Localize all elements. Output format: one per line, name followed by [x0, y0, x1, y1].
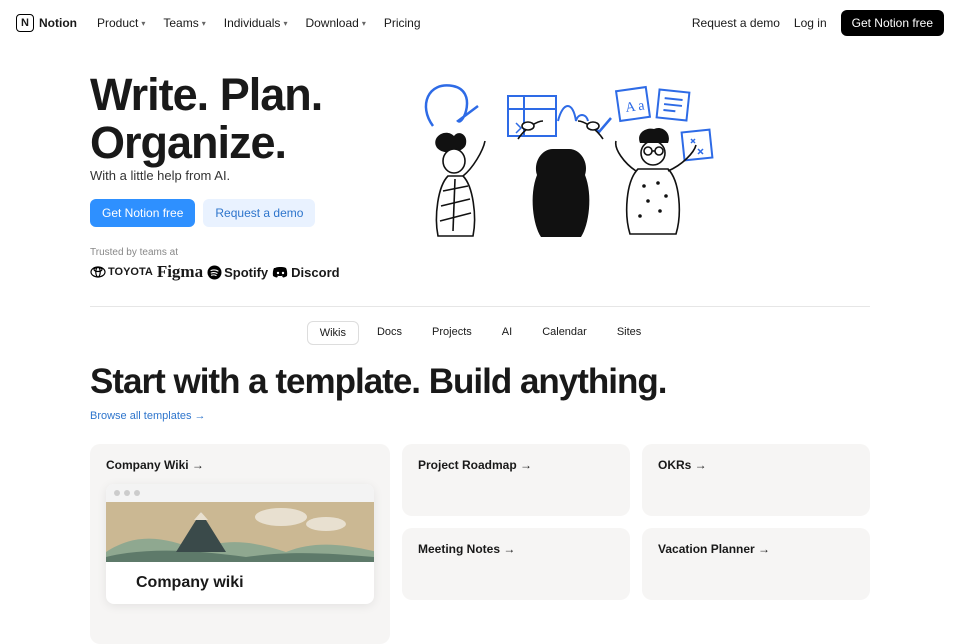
- logo[interactable]: N Notion: [16, 14, 77, 32]
- get-notion-free-button[interactable]: Get Notion free: [841, 10, 944, 36]
- tab-docs[interactable]: Docs: [365, 321, 414, 345]
- trusted-label: Trusted by teams at: [90, 247, 380, 258]
- chevron-down-icon: ▾: [283, 19, 287, 28]
- template-preview: Company wiki: [106, 484, 374, 604]
- template-card-vacation-planner[interactable]: Vacation Planner →: [642, 528, 870, 600]
- templates-section: Start with a template. Build anything. B…: [90, 363, 870, 644]
- template-card-project-roadmap[interactable]: Project Roadmap →: [402, 444, 630, 516]
- nav-individuals[interactable]: Individuals ▾: [218, 14, 294, 32]
- hero-subheadline: With a little help from AI.: [90, 168, 380, 183]
- template-card-company-wiki[interactable]: Company Wiki → Co: [90, 444, 390, 644]
- nav-pricing[interactable]: Pricing: [378, 14, 427, 32]
- preview-banner-image: [106, 502, 374, 562]
- nav-product[interactable]: Product ▾: [91, 14, 151, 32]
- divider: [90, 306, 870, 307]
- tab-projects[interactable]: Projects: [420, 321, 484, 345]
- hero: Write. Plan. Organize. With a little hel…: [90, 71, 870, 282]
- chevron-down-icon: ▾: [141, 19, 145, 28]
- logo-text: Notion: [39, 16, 77, 30]
- logo-icon: N: [16, 14, 34, 32]
- brand-toyota: TOYOTA: [90, 265, 153, 279]
- brand-logos: TOYOTA Figma Spotify Discord: [90, 262, 380, 282]
- template-card-meeting-notes[interactable]: Meeting Notes →: [402, 528, 630, 600]
- hero-cta-secondary-button[interactable]: Request a demo: [203, 199, 315, 227]
- top-nav: N Notion Product ▾ Teams ▾ Individuals ▾…: [0, 0, 960, 46]
- nav-download[interactable]: Download ▾: [299, 14, 371, 32]
- tab-wikis[interactable]: Wikis: [307, 321, 359, 345]
- brand-spotify: Spotify: [207, 265, 268, 280]
- brand-figma: Figma: [157, 262, 203, 282]
- tab-ai[interactable]: AI: [490, 321, 524, 345]
- login-link[interactable]: Log in: [794, 16, 827, 30]
- request-demo-link[interactable]: Request a demo: [692, 16, 780, 30]
- tab-sites[interactable]: Sites: [605, 321, 653, 345]
- content-tabs: Wikis Docs Projects AI Calendar Sites: [90, 321, 870, 345]
- svg-text:A a: A a: [625, 98, 647, 116]
- hero-cta-primary-button[interactable]: Get Notion free: [90, 199, 195, 227]
- chevron-down-icon: ▾: [202, 19, 206, 28]
- nav-right: Request a demo Log in Get Notion free: [692, 10, 944, 36]
- preview-title: Company wiki: [106, 562, 374, 604]
- browse-templates-link[interactable]: Browse all templates →: [90, 410, 206, 422]
- nav-teams[interactable]: Teams ▾: [157, 14, 211, 32]
- tab-calendar[interactable]: Calendar: [530, 321, 599, 345]
- templates-headline: Start with a template. Build anything.: [90, 363, 870, 402]
- card-title: Company Wiki →: [106, 458, 204, 472]
- template-card-okrs[interactable]: OKRs →: [642, 444, 870, 516]
- hero-illustration: A a: [408, 71, 870, 246]
- chevron-down-icon: ▾: [362, 19, 366, 28]
- hero-headline: Write. Plan. Organize.: [90, 71, 380, 166]
- brand-discord: Discord: [272, 265, 339, 280]
